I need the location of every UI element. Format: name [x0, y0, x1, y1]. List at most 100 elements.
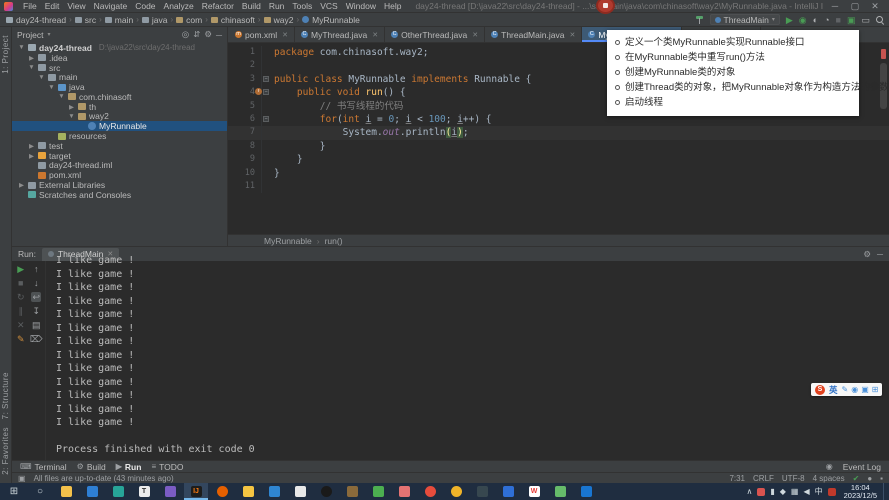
tab-MyThread.java[interactable]: C MyThread.java ✕ — [295, 27, 386, 42]
code-line-9[interactable]: 9 } — [228, 153, 889, 167]
tree-arrow-icon[interactable]: ▼ — [38, 74, 45, 81]
taskbar-app-teal[interactable] — [106, 483, 130, 500]
tree-arrow-icon[interactable]: ▶ — [18, 181, 25, 189]
restart-button-icon[interactable]: ↻ — [17, 292, 25, 302]
chevron-down-icon[interactable]: ▾ — [47, 31, 50, 38]
breadcrumb-item-way2[interactable]: way2 — [263, 15, 293, 25]
taskbar-app-t[interactable]: T — [132, 483, 156, 500]
tree-item-java[interactable]: ▼ java — [12, 82, 227, 92]
tree-item-test[interactable]: ▶ test — [12, 141, 227, 151]
print-button-icon[interactable]: ▤ — [32, 320, 41, 330]
tab-close-icon[interactable]: ✕ — [282, 31, 288, 39]
taskbar-gallery[interactable] — [548, 483, 572, 500]
status-item[interactable]: CRLF — [753, 474, 774, 483]
taskbar-explorer[interactable] — [54, 483, 78, 500]
breadcrumb-method[interactable]: run() — [325, 236, 343, 246]
breadcrumb-item-com[interactable]: com — [176, 15, 202, 25]
taskbar-photos[interactable] — [366, 483, 390, 500]
taskbar-app-lightning[interactable] — [236, 483, 260, 500]
sidebar-item-project[interactable]: 1: Project — [1, 35, 10, 74]
clear-all-button-icon[interactable]: ⌦ — [30, 334, 43, 344]
profiler-button-icon[interactable]: ◔ — [824, 14, 829, 26]
inspections-icon[interactable]: ✔ — [853, 474, 860, 483]
menu-tools[interactable]: Tools — [288, 1, 316, 11]
tray-lang-icon[interactable]: 中 — [815, 486, 823, 497]
up-stack-trace-button-icon[interactable]: ↑ — [34, 264, 39, 274]
breadcrumb-item-main[interactable]: main — [104, 15, 133, 25]
open-project-button-icon[interactable]: ▣ — [847, 14, 856, 26]
search-everywhere-icon[interactable] — [876, 16, 883, 23]
sidebar-item-favorites[interactable]: 2: Favorites — [1, 427, 10, 475]
notifications-icon[interactable]: ▪ — [880, 474, 883, 483]
tray-volume-icon[interactable]: ◀ — [803, 487, 809, 496]
tree-item-com.chinasoft[interactable]: ▼ com.chinasoft — [12, 92, 227, 102]
stop-button-icon[interactable]: ■ — [18, 278, 23, 288]
override-gutter-icon[interactable]: ↑ — [255, 88, 262, 96]
tree-item-target[interactable]: ▶ target — [12, 151, 227, 161]
taskbar-vscode[interactable] — [262, 483, 286, 500]
locate-file-icon[interactable]: ◎ — [182, 29, 189, 40]
tree-arrow-icon[interactable]: ▼ — [58, 93, 65, 100]
menu-view[interactable]: View — [63, 1, 89, 11]
ime-tool-icon-2[interactable]: ▣ — [861, 385, 869, 394]
tree-item-External Libraries[interactable]: ▶ External Libraries — [12, 180, 227, 190]
tree-item-src[interactable]: ▼ src — [12, 63, 227, 73]
code-line-8[interactable]: 8 } — [228, 139, 889, 154]
layout-button-icon[interactable]: ▭ — [861, 14, 870, 26]
tree-arrow-icon[interactable]: ▶ — [28, 142, 35, 150]
rerun-button-icon[interactable]: ▶ — [17, 264, 24, 274]
tray-location-icon[interactable]: ◆ — [780, 487, 786, 496]
tab-ThreadMain.java[interactable]: C ThreadMain.java ✕ — [485, 27, 583, 42]
taskbar-app-blue[interactable] — [80, 483, 104, 500]
build-hammer-icon[interactable] — [695, 15, 704, 24]
taskbar-firefox[interactable] — [210, 483, 234, 500]
tool-window-button-build[interactable]: ⚙ Build — [77, 462, 106, 472]
tree-arrow-icon[interactable]: ▼ — [68, 113, 75, 120]
soft-wrap-button-icon[interactable]: ↩ — [31, 292, 42, 302]
debug-button-icon[interactable]: ◉ — [799, 14, 807, 26]
breadcrumb-item-java[interactable]: java — [141, 15, 167, 25]
taskbar-notepad[interactable] — [288, 483, 312, 500]
breadcrumb-item-src[interactable]: src — [74, 15, 96, 25]
status-item[interactable]: UTF-8 — [782, 474, 805, 483]
tree-arrow-icon[interactable]: ▼ — [28, 64, 35, 71]
maximize-button[interactable]: ▢ — [845, 0, 865, 13]
breadcrumb-item-chinasoft[interactable]: chinasoft — [210, 15, 255, 25]
tree-item-main[interactable]: ▼ main — [12, 72, 227, 82]
gear-icon[interactable]: ⚙ — [204, 29, 212, 40]
taskbar-app-pink[interactable] — [392, 483, 416, 500]
tree-arrow-icon[interactable]: ▼ — [18, 44, 25, 51]
collapse-all-icon[interactable]: ⇵ — [193, 29, 200, 40]
tree-item-.idea[interactable]: ▶ .idea — [12, 53, 227, 63]
pause-output-button-icon[interactable]: ∥ — [19, 306, 24, 316]
menu-window[interactable]: Window — [342, 1, 380, 11]
status-item[interactable]: 4 spaces — [813, 474, 845, 483]
run-config-selector[interactable]: ThreadMain ▾ — [709, 14, 780, 25]
tree-item-resources[interactable]: resources — [12, 131, 227, 141]
tool-window-button-run[interactable]: ▶ Run — [116, 462, 142, 472]
status-item[interactable]: 7:31 — [729, 474, 745, 483]
breadcrumb-item-MyRunnable[interactable]: MyRunnable — [302, 15, 360, 25]
coverage-button-icon[interactable]: ◐ — [813, 14, 818, 26]
taskbar-idea[interactable]: IJ — [184, 483, 208, 500]
tree-arrow-icon[interactable]: ▶ — [28, 152, 35, 160]
menu-refactor[interactable]: Refactor — [198, 1, 238, 11]
tray-expand-icon[interactable]: ∧ — [746, 487, 752, 496]
tree-item-th[interactable]: ▶ th — [12, 102, 227, 112]
ime-tool-icon-1[interactable]: ◉ — [851, 385, 858, 394]
ime-tool-icon-0[interactable]: ✎ — [842, 385, 849, 394]
tab-pom.xml[interactable]: m pom.xml ✕ — [229, 27, 295, 42]
tool-window-button-todo[interactable]: ≡ TODO — [151, 462, 183, 472]
down-stack-trace-button-icon[interactable]: ↓ — [34, 278, 39, 288]
edit-run-config-button-icon[interactable]: ✎ — [17, 334, 25, 344]
tab-close-icon[interactable]: ✕ — [472, 31, 478, 39]
tray-keyboard-icon[interactable]: ▦ — [791, 487, 799, 496]
lock-icon[interactable]: ● — [867, 474, 872, 483]
console-output[interactable]: I like game ! I like game ! I like game ! I… — [46, 254, 889, 460]
taskbar-qq[interactable] — [314, 483, 338, 500]
tab-close-icon[interactable]: ✕ — [569, 31, 575, 39]
stop-button-icon[interactable]: ■ — [836, 14, 841, 26]
sogou-ime-bar[interactable]: S 英 ✎ ◉ ▣ ⊞ — [811, 383, 883, 396]
code-line-11[interactable]: 11 — [228, 179, 889, 194]
menu-file[interactable]: File — [19, 1, 41, 11]
